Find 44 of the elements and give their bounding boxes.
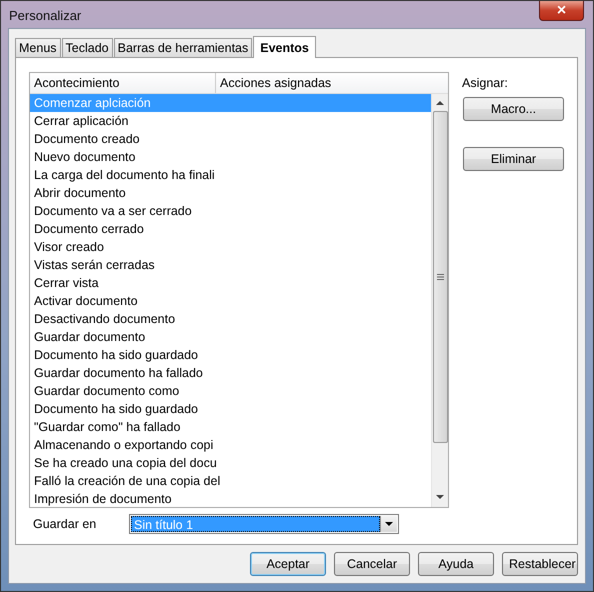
event-row[interactable]: Guardar documento ha fallado bbox=[30, 364, 431, 382]
event-row[interactable]: Documento ha sido guardado bbox=[30, 346, 431, 364]
event-row[interactable]: Falló la creación de una copia del bbox=[30, 472, 431, 490]
column-header[interactable]: Acontecimiento bbox=[30, 73, 216, 93]
event-row[interactable]: Documento ha sido guardado bbox=[30, 400, 431, 418]
event-row[interactable]: Guardar documento como bbox=[30, 382, 431, 400]
assign-button[interactable]: Macro... bbox=[463, 97, 564, 121]
dialog-button[interactable]: Ayuda bbox=[418, 552, 494, 576]
event-row[interactable]: La carga del documento ha finali bbox=[30, 166, 431, 184]
grip-icon bbox=[436, 274, 444, 280]
tab[interactable]: Barras de herramientas bbox=[114, 38, 252, 57]
event-row[interactable]: Documento va a ser cerrado bbox=[30, 202, 431, 220]
event-row[interactable]: Abrir documento bbox=[30, 184, 431, 202]
event-row[interactable]: Documento cerrado bbox=[30, 220, 431, 238]
assign-label: Asignar: bbox=[462, 76, 508, 90]
tab[interactable]: Menus bbox=[15, 38, 61, 57]
assign-button[interactable]: Eliminar bbox=[463, 147, 564, 171]
tab[interactable]: Teclado bbox=[62, 38, 113, 57]
tab[interactable]: Eventos bbox=[253, 36, 316, 58]
event-row[interactable]: Se ha creado una copia del docu bbox=[30, 454, 431, 472]
scroll-down-icon[interactable] bbox=[436, 495, 444, 500]
event-row[interactable]: Activar documento bbox=[30, 292, 431, 310]
dialog-button[interactable]: Restablecer bbox=[502, 552, 578, 576]
event-row[interactable]: Visor creado bbox=[30, 238, 431, 256]
event-row[interactable]: Guardar documento bbox=[30, 328, 431, 346]
column-header[interactable]: Acciones asignadas bbox=[216, 73, 448, 93]
scrollbar-thumb[interactable] bbox=[432, 111, 448, 443]
event-row[interactable]: Almacenando o exportando copi bbox=[30, 436, 431, 454]
scrollbar[interactable] bbox=[431, 94, 448, 507]
event-row[interactable]: Vistas serán cerradas bbox=[30, 256, 431, 274]
dropdown-caret-icon bbox=[385, 522, 393, 526]
dialog-button[interactable]: Cancelar bbox=[334, 552, 410, 576]
window-title: Personalizar bbox=[9, 8, 82, 23]
scroll-up-icon[interactable] bbox=[436, 100, 444, 105]
save-in-label: Guardar en bbox=[32, 517, 98, 531]
event-row[interactable]: Cerrar vista bbox=[30, 274, 431, 292]
dialog-button[interactable]: Aceptar bbox=[250, 552, 326, 576]
close-button[interactable]: × bbox=[539, 1, 584, 21]
event-row[interactable]: Desactivando documento bbox=[30, 310, 431, 328]
event-row[interactable]: Cerrar aplicación bbox=[30, 112, 431, 130]
event-row[interactable]: Documento creado bbox=[30, 130, 431, 148]
event-row[interactable]: "Guardar como" ha fallado bbox=[30, 418, 431, 436]
event-row[interactable]: Nuevo documento bbox=[30, 148, 431, 166]
event-row[interactable]: Impresión de documento bbox=[30, 490, 431, 507]
